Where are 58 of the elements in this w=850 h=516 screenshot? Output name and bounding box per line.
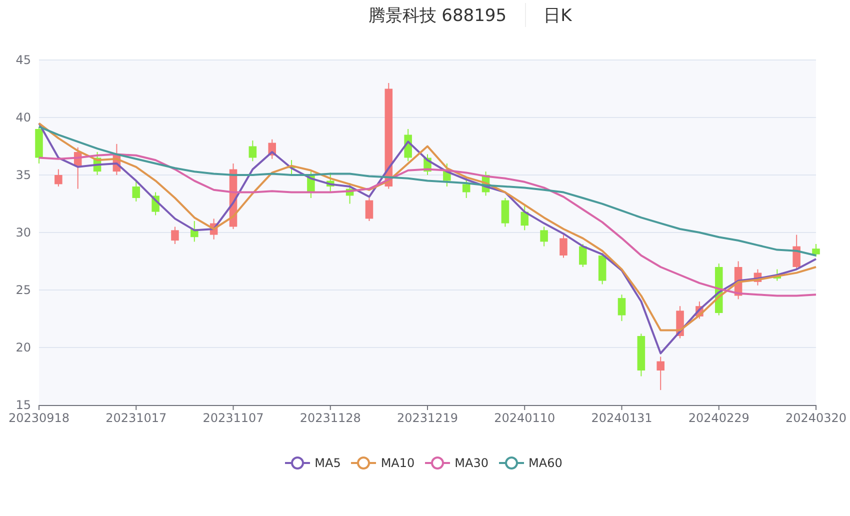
- candlestick: [812, 244, 820, 258]
- axis-label: 20240229: [688, 411, 750, 425]
- candlestick: [773, 268, 782, 282]
- candlestick: [482, 171, 490, 196]
- axis-label: 20: [16, 340, 31, 354]
- candlestick: [424, 154, 432, 176]
- period-label: 日K: [544, 4, 572, 26]
- candlestick: [696, 301, 704, 320]
- candlestick: [152, 192, 160, 216]
- axis-label: 20240110: [494, 411, 556, 425]
- axis-label: 20231017: [106, 411, 167, 425]
- candlestick: [579, 244, 587, 268]
- candlestick: [74, 146, 82, 190]
- candlestick: [307, 171, 315, 198]
- candlestick: [54, 168, 62, 187]
- candlestick: [520, 206, 528, 231]
- legend-label[interactable]: MA30: [454, 456, 489, 470]
- axis-label: 20240131: [591, 411, 652, 425]
- candlestick: [734, 260, 742, 300]
- axis-label: 20231128: [300, 411, 361, 425]
- candlestick: [656, 356, 664, 391]
- legend-label[interactable]: MA5: [314, 456, 341, 470]
- axis-label: 25: [16, 283, 31, 297]
- candlestick: [171, 226, 179, 244]
- candlestick: [637, 333, 646, 377]
- axis-label: 20231219: [396, 411, 458, 425]
- legend-label[interactable]: MA60: [528, 456, 562, 470]
- candlestick: [112, 143, 121, 176]
- candlestick: [598, 252, 606, 285]
- legend-label[interactable]: MA10: [380, 456, 415, 470]
- candlestick: [288, 160, 296, 176]
- candlestick: [365, 198, 374, 222]
- axis-label: 20240320: [785, 411, 847, 425]
- candlestick: [210, 218, 218, 240]
- candlestick: [501, 198, 510, 228]
- candlestick: [618, 294, 626, 322]
- axis-label: 40: [16, 110, 31, 124]
- axis-label: 20231107: [202, 411, 264, 425]
- candlestick: [540, 226, 548, 247]
- candlestick: [404, 128, 412, 162]
- axis-label: 20230918: [8, 411, 70, 425]
- candlestick: [346, 182, 354, 204]
- candlestick: [132, 180, 140, 202]
- candlestick: [190, 220, 198, 242]
- candlestick: [93, 152, 102, 176]
- axis-label: 30: [16, 226, 31, 240]
- candlestick: [560, 234, 568, 258]
- candlestick: [754, 268, 762, 286]
- candlestick: [248, 140, 257, 162]
- axis-label: 35: [16, 168, 31, 182]
- candlestick: [326, 172, 334, 193]
- candlestick: [35, 126, 43, 164]
- candlestick: [792, 234, 800, 270]
- candlestick: [268, 138, 276, 160]
- axis-label: 45: [16, 53, 31, 67]
- candlestick: [443, 163, 451, 187]
- chart-title: 腾景科技 688195: [368, 4, 507, 26]
- axis-label: 15: [16, 398, 31, 412]
